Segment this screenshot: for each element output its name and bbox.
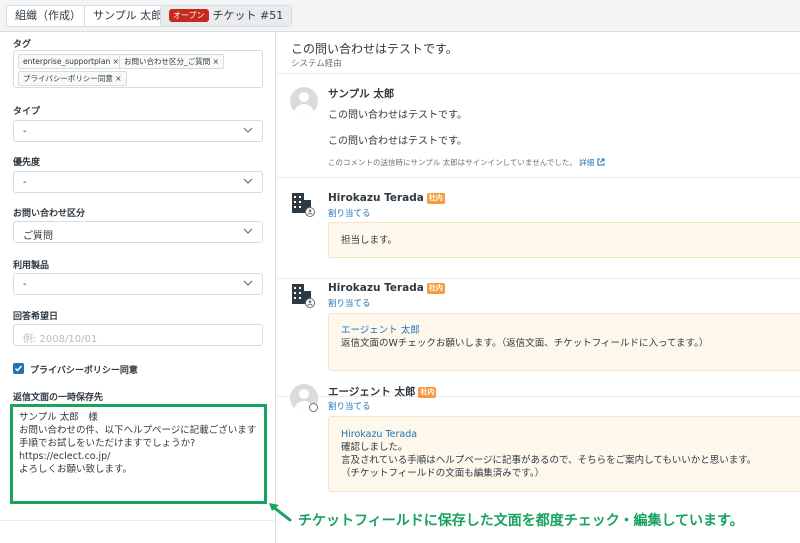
note-text: 言及されている手順はヘルプページに記事があるので、そちらをご案内してもいいかと思… (341, 455, 757, 466)
check-icon (14, 365, 23, 372)
type-select[interactable]: - (13, 120, 263, 142)
ticket-subject: この問い合わせはテストです。 (291, 42, 458, 56)
tags-input[interactable]: enterprise_supportplan × お問い合わせ区分_ご質問 × … (13, 50, 263, 88)
reply-date-label: 回答希望日 (13, 312, 59, 322)
internal-note: エージェント 太郎 返信文面のWチェックお願いします。（返信文面、チケットフィー… (328, 313, 800, 371)
tab-label: サンプル 太郎 (93, 9, 163, 22)
privacy-checkbox[interactable] (13, 363, 24, 374)
tab-organization[interactable]: 組織（作成） (6, 5, 90, 27)
comment-text: この問い合わせはテストです。 (328, 136, 467, 147)
ticket-properties-panel: タグ enterprise_supportplan × お問い合わせ区分_ご質問… (0, 32, 276, 543)
author-name: Hirokazu Terada (328, 192, 424, 204)
chevron-down-icon (243, 127, 253, 133)
draft-label: 返信文面の一時保存先 (13, 393, 104, 403)
author-name: Hirokazu Terada (328, 282, 424, 294)
chevron-down-icon (243, 228, 253, 234)
reply-date-input[interactable]: 例: 2008/10/01 (13, 324, 263, 346)
category-value: ご質問 (23, 231, 53, 242)
comment-author[interactable]: エージェント 太郎 社内 (328, 384, 437, 399)
annotation-callout: チケットフィールドに保存した文面を都度チェック・編集しています。 (298, 513, 744, 529)
draft-line: https://eclect.co.jp/ (19, 451, 111, 462)
tag-chip[interactable]: お問い合わせ区分_ご質問 × (119, 54, 224, 69)
assign-link[interactable]: 割り当てる (328, 400, 371, 412)
note-text: 確認しました。 (341, 442, 408, 453)
tab-user[interactable]: サンプル 太郎 (84, 5, 172, 27)
draft-line: サンプル 太郎 様 (19, 412, 98, 423)
draft-line: よろしくお願い致します。 (19, 464, 133, 475)
assign-link[interactable]: 割り当てる (328, 297, 371, 309)
draft-textarea[interactable]: サンプル 太郎 様 お問い合わせの件、以下ヘルプページに記載ございます 手順でお… (10, 404, 267, 504)
user-badge-icon (309, 403, 318, 412)
draft-line: 手順でお試しをいただけますでしょうか? (19, 438, 196, 449)
note-text: 担当します。 (341, 235, 398, 246)
arrow-icon (269, 503, 292, 522)
internal-note: 担当します。 (328, 222, 800, 258)
divider (276, 278, 800, 279)
unsigned-text: このコメントの送信時にサンプル 太郎はサインインしていませんでした。 (328, 158, 577, 167)
tab-label: 組織（作成） (15, 9, 81, 22)
panel-divider (0, 520, 276, 521)
internal-note: Hirokazu Terada 確認しました。 言及されている手順はヘルプページ… (328, 416, 800, 492)
product-label: 利用製品 (13, 261, 50, 271)
remove-tag-icon[interactable]: × (113, 57, 119, 66)
category-label: お問い合わせ区分 (13, 209, 86, 219)
draft-line: お問い合わせの件、以下ヘルプページに記載ございます (19, 425, 257, 436)
building-icon (292, 284, 315, 308)
note-text: （チケットフィールドの文面も編集済みです。） (341, 468, 545, 479)
details-link[interactable]: 詳細 (579, 158, 594, 167)
divider (276, 177, 800, 178)
ticket-tab-bar: 組織（作成） サンプル 太郎 オープン チケット #51 (0, 0, 800, 32)
comment-author[interactable]: サンプル 太郎 (328, 86, 394, 101)
privacy-label: プライバシーポリシー同意 (30, 366, 138, 376)
channel-via: システム経由 (291, 59, 342, 69)
priority-select[interactable]: - (13, 171, 263, 193)
product-value: - (23, 279, 27, 290)
tab-label: チケット #51 (212, 9, 284, 22)
unsigned-notice: このコメントの送信時にサンプル 太郎はサインインしていませんでした。 詳細 (328, 157, 605, 168)
mention-link[interactable]: Hirokazu Terada (341, 428, 788, 441)
author-name: エージェント 太郎 (328, 386, 416, 398)
priority-value: - (23, 177, 27, 188)
comment-author[interactable]: Hirokazu Terada 社内 (328, 192, 445, 204)
tags-label: タグ (13, 40, 32, 50)
category-select[interactable]: ご質問 (13, 221, 263, 243)
internal-badge: 社内 (426, 193, 445, 204)
tag-text: enterprise_supportplan (23, 57, 111, 66)
tag-chip[interactable]: enterprise_supportplan × (18, 54, 124, 69)
mention-link[interactable]: エージェント 太郎 (341, 324, 788, 337)
type-value: - (23, 126, 27, 137)
tag-text: お問い合わせ区分_ご質問 (124, 57, 211, 66)
divider (276, 73, 800, 74)
external-link-icon[interactable] (597, 158, 605, 166)
building-icon (292, 193, 315, 217)
tag-text: プライバシーポリシー同意 (23, 74, 113, 83)
reply-date-placeholder: 例: 2008/10/01 (23, 334, 98, 345)
priority-label: 優先度 (13, 158, 41, 168)
tag-chip[interactable]: プライバシーポリシー同意 × (18, 71, 127, 86)
remove-tag-icon[interactable]: × (115, 74, 121, 83)
status-badge: オープン (169, 9, 209, 22)
chevron-down-icon (243, 280, 253, 286)
note-text: 返信文面のWチェックお願いします。（返信文面、チケットフィールドに入ってます。） (341, 338, 709, 349)
comment-author[interactable]: Hirokazu Terada 社内 (328, 282, 445, 294)
product-select[interactable]: - (13, 273, 263, 295)
type-label: タイプ (13, 107, 41, 117)
internal-badge: 社内 (418, 387, 437, 398)
internal-badge: 社内 (426, 283, 445, 294)
tab-ticket[interactable]: オープン チケット #51 (160, 5, 293, 27)
remove-tag-icon[interactable]: × (213, 57, 219, 66)
comment-text: この問い合わせはテストです。 (328, 110, 467, 121)
avatar[interactable] (290, 87, 318, 115)
assign-link[interactable]: 割り当てる (328, 207, 371, 219)
chevron-down-icon (243, 178, 253, 184)
